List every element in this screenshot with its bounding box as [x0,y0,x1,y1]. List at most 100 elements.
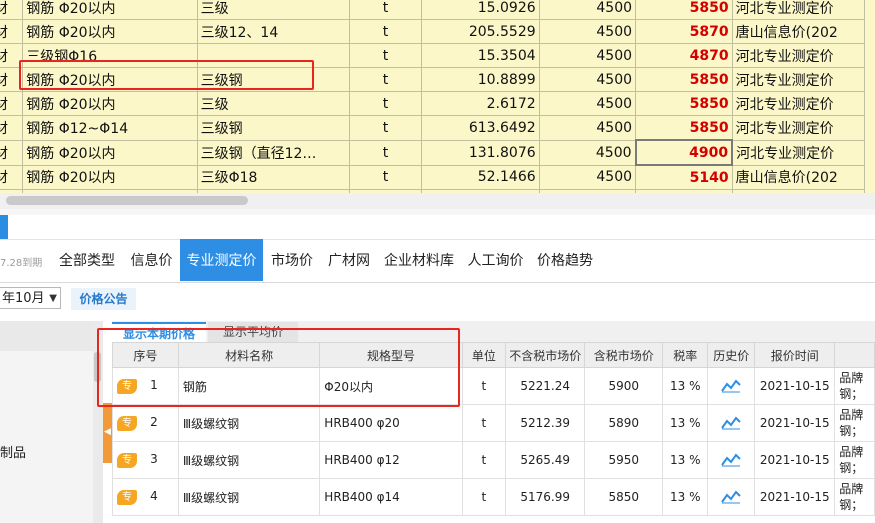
sheet-cell-c6[interactable]: 4500 [538,164,637,190]
sheet-cell-c4[interactable]: t [348,115,423,141]
grid-header-cell[interactable]: 单位 [461,342,507,368]
tab-guangcai-net[interactable]: 广材网 [321,239,377,281]
sheet-cell-c3[interactable]: 三级钢（直径12… [196,139,350,166]
sheet-row[interactable]: 材钢筋 Φ20以内三级Φ18t52.146645005140唐山信息价(202 [0,164,866,190]
sheet-cell-c3[interactable]: 三级Φ18 [196,164,350,190]
sheet-row[interactable]: 材钢筋 Φ20以内三级t15.092645005850河北专业测定价 [0,0,866,20]
sheet-cell-c3[interactable]: 三级 [196,0,350,20]
sheet-cell-c6[interactable]: 4500 [538,67,637,92]
grid-header-cell[interactable]: 不含税市场价 [505,342,586,368]
sheet-cell-c1[interactable]: 材 [0,164,24,190]
month-select[interactable]: 年10月 ▼ [0,287,61,309]
sheet-cell-c3[interactable]: 三级12、14 [196,19,350,44]
sheet-cell-c7[interactable]: 5850 [635,0,733,20]
tab-manual-inquiry[interactable]: 人工询价 [461,239,530,281]
price-inc-tax-cell: 5950 [584,441,664,479]
sheet-row[interactable]: 材钢筋 Φ20以内三级钢（直径12…t131.807645004900河北专业测… [0,139,866,166]
horizontal-scrollbar[interactable] [0,193,875,209]
sheet-cell-c5[interactable]: 131.8076 [421,139,540,166]
sheet-cell-c4[interactable]: t [348,19,423,44]
history-price-cell[interactable] [707,367,756,405]
sheet-cell-c6[interactable]: 4500 [538,43,637,68]
sheet-cell-c4[interactable]: t [348,67,423,92]
sheet-cell-c1[interactable]: 材 [0,19,24,44]
sheet-row[interactable]: 材钢筋 Φ20以内三级12、14t205.552945005870唐山信息价(2… [0,19,866,44]
collapse-handle[interactable]: ◀ [103,403,112,463]
sheet-cell-c1[interactable]: 材 [0,139,24,166]
sheet-cell-c8[interactable]: 河北专业测定价 [731,43,866,68]
category-item-products[interactable]: 制品 [0,442,26,461]
sheet-cell-c1[interactable]: 材 [0,0,24,20]
sheet-cell-c8[interactable]: 河北专业测定价 [731,0,866,20]
sheet-cell-c6[interactable]: 4500 [538,0,637,20]
panel-tab-marker[interactable] [0,215,8,239]
history-price-cell[interactable] [707,404,756,442]
sheet-cell-c4[interactable]: t [348,164,423,190]
sheet-cell-c2[interactable]: 钢筋 Φ12~Φ14 [22,115,198,141]
sheet-cell-c8[interactable]: 河北专业测定价 [731,67,866,92]
sheet-row[interactable]: 材钢筋 Φ20以内三级t2.617245005850河北专业测定价 [0,91,866,116]
sheet-cell-c5[interactable]: 52.1466 [421,164,540,190]
sheet-cell-c7[interactable]: 5850 [635,67,733,92]
price-ex-tax-cell: 5176.99 [505,478,586,516]
sheet-cell-c8[interactable]: 河北专业测定价 [731,91,866,116]
sheet-cell-c6[interactable]: 4500 [538,19,637,44]
trend-chart-icon[interactable] [712,416,750,430]
sheet-cell-c8[interactable]: 河北专业测定价 [731,115,866,141]
sheet-cell-c4[interactable]: t [348,139,423,166]
price-notice-button[interactable]: 价格公告 [71,288,136,310]
history-price-cell[interactable] [707,478,756,516]
sheet-cell-c2[interactable]: 钢筋 Φ20以内 [22,91,198,116]
tab-info-price[interactable]: 信息价 [123,239,180,281]
sheet-cell-c8[interactable]: 唐山信息价(202 [731,164,866,190]
sheet-cell-c7[interactable]: 5850 [635,115,733,141]
tab-market-price[interactable]: 市场价 [263,239,321,281]
sheet-cell-c2[interactable]: 钢筋 Φ20以内 [22,0,198,20]
grid-header-cell[interactable]: 报价时间 [754,342,836,368]
grid-header-cell[interactable]: 含税市场价 [584,342,664,368]
sheet-cell-c2[interactable]: 钢筋 Φ20以内 [22,164,198,190]
sheet-cell-c8[interactable]: 唐山信息价(202 [731,19,866,44]
sheet-cell-c5[interactable]: 2.6172 [421,91,540,116]
tab-price-trend[interactable]: 价格趋势 [530,239,600,281]
history-price-cell[interactable] [707,441,756,479]
table-row[interactable]: 专 3 Ⅲ级螺纹钢 HRB400 φ12 t 5265.49 5950 13 % 2021-10… [112,441,875,479]
table-row[interactable]: 专 2 Ⅲ级螺纹钢 HRB400 φ20 t 5212.39 5890 13 % 2021-10… [112,404,875,442]
sheet-cell-c5[interactable]: 15.3504 [421,43,540,68]
sheet-cell-c7[interactable]: 5850 [635,91,733,116]
scrollbar-thumb[interactable] [6,196,248,205]
sheet-cell-c5[interactable]: 613.6492 [421,115,540,141]
sheet-cell-c3[interactable]: 三级钢 [196,115,350,141]
tab-enterprise-library[interactable]: 企业材料库 [377,239,461,281]
sheet-cell-c5[interactable]: 15.0926 [421,0,540,20]
grid-header-cell[interactable]: 税率 [662,342,709,368]
trend-chart-icon[interactable] [712,379,750,393]
sheet-cell-c2[interactable]: 钢筋 Φ20以内 [22,139,198,166]
sheet-cell-c5[interactable]: 205.5529 [421,19,540,44]
sheet-cell-c6[interactable]: 4500 [538,139,637,166]
sheet-row[interactable]: 材钢筋 Φ12~Φ14三级钢t613.649245005850河北专业测定价 [0,115,866,141]
material-sheet[interactable]: 材钢筋 Φ20以内三级t15.092645005850河北专业测定价材钢筋 Φ2… [0,0,875,193]
sheet-cell-c1[interactable]: 材 [0,115,24,141]
sheet-cell-c3[interactable]: 三级 [196,91,350,116]
grid-header-cell[interactable]: 历史价 [707,342,756,368]
sheet-cell-c7[interactable]: 4900 [634,139,734,166]
trend-chart-icon[interactable] [712,490,750,504]
sheet-cell-c8[interactable]: 河北专业测定价 [731,139,866,166]
sheet-cell-c6[interactable]: 4500 [538,115,637,141]
sheet-cell-c5[interactable]: 10.8899 [421,67,540,92]
sheet-cell-c2[interactable]: 钢筋 Φ20以内 [22,19,198,44]
trend-chart-icon[interactable] [712,453,750,467]
sheet-cell-c7[interactable]: 4870 [635,43,733,68]
sheet-cell-c1[interactable]: 材 [0,91,24,116]
tab-all-types[interactable]: 全部类型 [51,239,123,281]
sheet-cell-c4[interactable]: t [348,91,423,116]
tab-professional-price[interactable]: 专业测定价 [180,239,263,281]
sheet-cell-c4[interactable]: t [348,43,423,68]
sheet-cell-c7[interactable]: 5870 [635,19,733,44]
sheet-cell-c7[interactable]: 5140 [635,164,733,190]
sheet-cell-c6[interactable]: 4500 [538,91,637,116]
sheet-cell-c4[interactable]: t [348,0,423,20]
grid-header-cell[interactable] [834,342,875,368]
table-row[interactable]: 专 4 Ⅲ级螺纹钢 HRB400 φ14 t 5176.99 5850 13 % 2021-10… [112,478,875,516]
